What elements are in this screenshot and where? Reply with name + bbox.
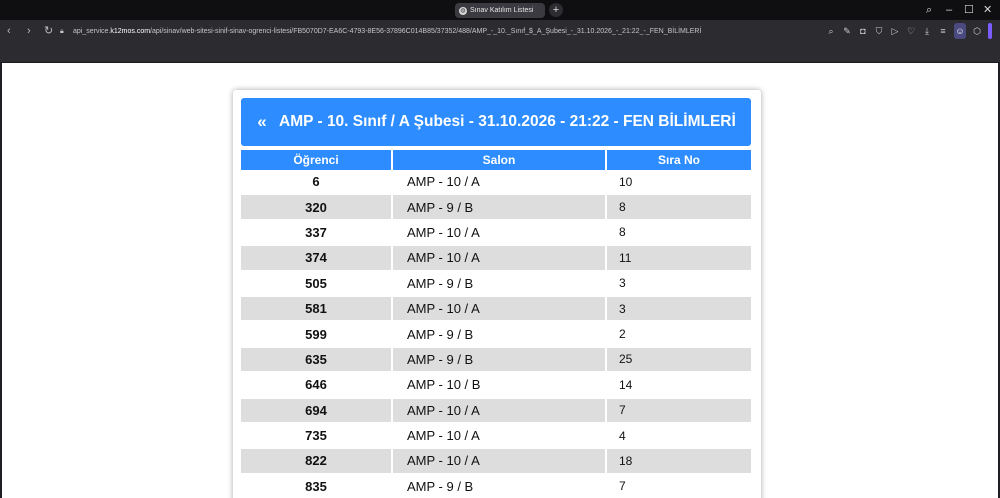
extensions-icon[interactable]: ⬡ — [972, 23, 982, 39]
heart-icon[interactable]: ♡ — [906, 23, 916, 39]
seat-cell: 10 — [607, 170, 751, 196]
room-cell: AMP - 9 / B — [393, 322, 607, 348]
table-row: 646 AMP - 10 / B 14 — [241, 373, 751, 399]
zoom-icon[interactable]: ⌕ — [826, 23, 836, 39]
room-cell: AMP - 10 / A — [393, 246, 607, 272]
student-cell: 337 — [241, 220, 393, 247]
table-row: 694 AMP - 10 / A7 — [241, 398, 751, 424]
room-cell: AMP - 10 / A — [393, 296, 607, 323]
room-cell: AMP - 9 / B — [393, 347, 607, 374]
maximize-icon[interactable]: ☐ — [964, 2, 974, 18]
room-cell: AMP - 10 / A — [393, 423, 607, 450]
seat-cell: 14 — [607, 373, 751, 399]
lock-icon: 🔒︎ — [60, 27, 64, 35]
browser-navbar: ‹ › ↻ 🔒︎ api_service. k12mos.com/api/sina… — [0, 20, 1000, 42]
url-path: /api/sinav/web-sitesi-sinif-sinav-ogrenc… — [150, 27, 702, 35]
sidebar-accent — [988, 23, 992, 39]
student-cell: 822 — [241, 449, 393, 475]
shield-icon[interactable]: ⛉ — [874, 23, 884, 39]
url-prefix: api_service. — [73, 27, 111, 35]
seat-cell: 2 — [607, 322, 751, 348]
table-row: 581 AMP - 10 / A3 — [241, 296, 751, 323]
column-header-student: Öğrenci — [241, 150, 393, 170]
room-cell: AMP - 10 / A — [393, 170, 607, 196]
edit-icon[interactable]: ✎ — [842, 23, 852, 39]
seat-cell: 18 — [607, 449, 751, 475]
toolbar-icons: ⌕ ✎ ◘ ⛉ ▷ ♡ ⤓ ≡ ☺ ⬡ — [826, 23, 992, 39]
browser-tab[interactable]: ◍ Sınav Katılım Listesi — [455, 3, 545, 18]
table-header: Öğrenci Salon Sıra No — [241, 150, 751, 170]
room-cell: AMP - 10 / A — [393, 220, 607, 247]
browser-titlebar: ◍ Sınav Katılım Listesi + ⌕ – ☐ ✕ — [0, 0, 1000, 20]
student-cell: 646 — [241, 373, 393, 399]
room-cell: AMP - 9 / B — [393, 195, 607, 221]
table-body: 6 AMP - 10 / A 10 320 AMP - 9 / B 8 337 AMP - 1… — [241, 170, 751, 498]
seat-cell: 8 — [607, 195, 751, 221]
student-cell: 635 — [241, 347, 393, 374]
student-cell: 735 — [241, 423, 393, 450]
seat-cell: 25 — [607, 347, 751, 374]
seat-cell: 7 — [607, 398, 751, 424]
seat-cell: 3 — [607, 296, 751, 323]
url-host: k12mos.com — [110, 27, 151, 35]
forward-icon[interactable]: › — [27, 23, 31, 39]
new-tab-button[interactable]: + — [549, 3, 563, 17]
student-cell: 835 — [241, 474, 393, 498]
back-icon[interactable]: ‹ — [7, 23, 11, 39]
table-row: 337 AMP - 10 / A8 — [241, 220, 751, 247]
back-arrow-icon[interactable]: « — [247, 112, 277, 132]
exam-list-card: « AMP - 10. Sınıf / A Şubesi - 31.10.202… — [233, 90, 761, 498]
column-header-seat: Sıra No — [607, 150, 751, 170]
student-cell: 6 — [241, 170, 393, 196]
table-row: 505 AMP - 9 / B3 — [241, 271, 751, 297]
download-icon[interactable]: ⤓ — [922, 23, 932, 39]
table-row: 599 AMP - 9 / B2 — [241, 322, 751, 348]
room-cell: AMP - 10 / A — [393, 398, 607, 424]
room-cell: AMP - 9 / B — [393, 271, 607, 297]
student-cell: 581 — [241, 296, 393, 323]
seat-cell: 7 — [607, 474, 751, 498]
page-header: « AMP - 10. Sınıf / A Şubesi - 31.10.202… — [241, 98, 751, 146]
table-row: 822 AMP - 10 / A 18 — [241, 449, 751, 475]
table-row: 374 AMP - 10 / A 11 — [241, 246, 751, 272]
minimize-icon[interactable]: – — [946, 2, 952, 18]
student-cell: 599 — [241, 322, 393, 348]
menu-icon[interactable]: ≡ — [938, 23, 948, 39]
seat-cell: 11 — [607, 246, 751, 272]
student-cell: 320 — [241, 195, 393, 221]
table-row: 635 AMP - 9 / B 25 — [241, 347, 751, 374]
student-cell: 694 — [241, 398, 393, 424]
column-header-room: Salon — [393, 150, 607, 170]
table-row: 320 AMP - 9 / B8 — [241, 195, 751, 221]
room-cell: AMP - 9 / B — [393, 474, 607, 498]
camera-icon[interactable]: ◘ — [858, 23, 868, 39]
seat-cell: 3 — [607, 271, 751, 297]
seat-cell: 8 — [607, 220, 751, 247]
page-title: AMP - 10. Sınıf / A Şubesi - 31.10.2026 … — [279, 113, 736, 130]
student-cell: 505 — [241, 271, 393, 297]
profile-icon[interactable]: ☺ — [954, 23, 966, 39]
student-cell: 374 — [241, 246, 393, 272]
reload-icon[interactable]: ↻ — [44, 23, 53, 39]
room-cell: AMP - 10 / A — [393, 449, 607, 475]
room-cell: AMP - 10 / B — [393, 373, 607, 399]
tab-title: Sınav Katılım Listesi — [470, 7, 534, 14]
page-viewport: « AMP - 10. Sınıf / A Şubesi - 31.10.202… — [2, 63, 998, 498]
address-bar[interactable]: 🔒︎ api_service. k12mos.com/api/sinav/web-… — [60, 23, 820, 39]
close-icon[interactable]: ✕ — [983, 2, 992, 18]
table-row: 735 AMP - 10 / A4 — [241, 423, 751, 450]
play-icon[interactable]: ▷ — [890, 23, 900, 39]
table-row: 835 AMP - 9 / B7 — [241, 474, 751, 498]
globe-icon: ◍ — [459, 6, 467, 15]
table-row: 6 AMP - 10 / A 10 — [241, 170, 751, 196]
search-icon[interactable]: ⌕ — [926, 2, 932, 18]
bookmark-bar — [0, 42, 1000, 63]
seat-cell: 4 — [607, 423, 751, 450]
student-table: Öğrenci Salon Sıra No 6 AMP - 10 / A 10 320… — [241, 150, 751, 498]
